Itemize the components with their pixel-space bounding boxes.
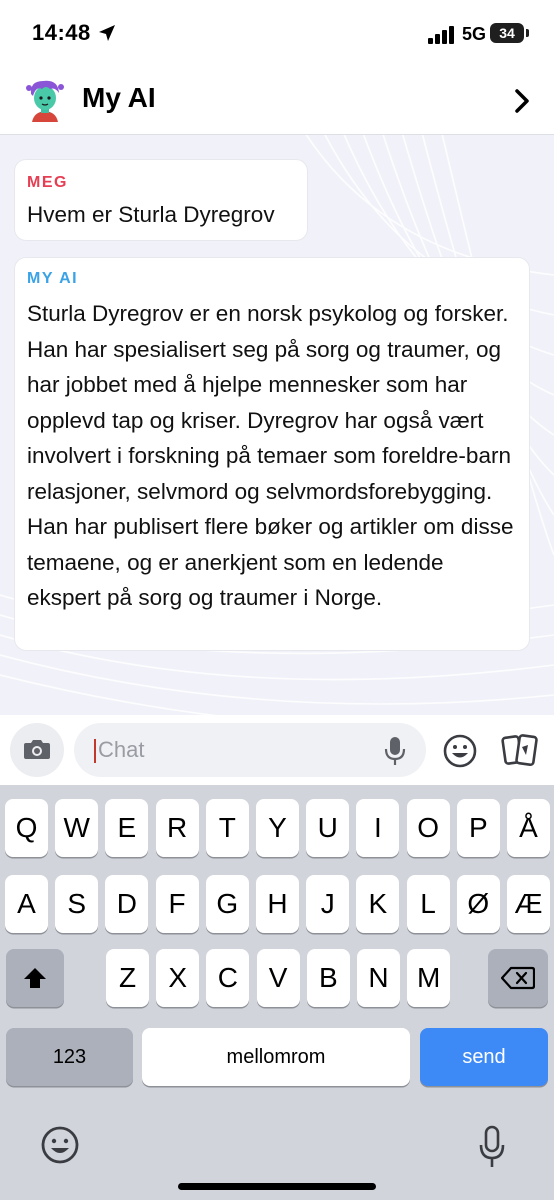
space-key[interactable]: mellomrom (142, 1028, 410, 1086)
shift-key[interactable] (6, 949, 64, 1007)
key-p[interactable]: P (456, 799, 500, 857)
message-text: Hvem er Sturla Dyregrov (27, 202, 275, 227)
status-bar: 14:48 5G 34 (0, 0, 554, 66)
key-g[interactable]: G (205, 875, 249, 933)
microphone-icon[interactable] (384, 736, 406, 766)
key-v[interactable]: V (256, 949, 300, 1007)
key-w[interactable]: W (55, 799, 99, 857)
avatar[interactable] (24, 78, 66, 124)
keyboard-emoji-icon[interactable] (40, 1125, 80, 1165)
chevron-right-icon[interactable] (512, 88, 532, 114)
key-h[interactable]: H (256, 875, 299, 933)
camera-icon (24, 740, 50, 759)
key-x[interactable]: X (156, 949, 200, 1007)
backspace-icon (501, 966, 535, 990)
key-r[interactable]: R (155, 799, 199, 857)
key-j[interactable]: J (306, 875, 350, 933)
emoji-icon[interactable] (442, 733, 478, 769)
key-u[interactable]: U (306, 799, 350, 857)
camera-button[interactable] (10, 723, 64, 777)
key-o[interactable]: O (406, 799, 450, 857)
message-text: Sturla Dyregrov er en norsk psykolog og … (27, 301, 514, 610)
keyboard: QWERTYUIOPÅ ASDFGHJKLØÆ ZXCVBNM 123 mell… (0, 785, 554, 1200)
numbers-key[interactable]: 123 (6, 1028, 133, 1086)
key-e[interactable]: E (105, 799, 149, 857)
key-å[interactable]: Å (507, 799, 550, 857)
key-b[interactable]: B (306, 949, 350, 1007)
shift-icon (24, 968, 46, 988)
key-q[interactable]: Q (5, 799, 48, 857)
chat-input[interactable]: Chat (74, 723, 426, 777)
status-time: 14:48 (32, 20, 91, 45)
key-m[interactable]: M (407, 949, 451, 1007)
signal-icon (428, 26, 454, 44)
key-y[interactable]: Y (256, 799, 299, 857)
key-t[interactable]: T (205, 799, 249, 857)
key-n[interactable]: N (357, 949, 400, 1007)
key-d[interactable]: D (105, 875, 149, 933)
key-z[interactable]: Z (106, 949, 149, 1007)
message-ai[interactable]: MY AI Sturla Dyregrov er en norsk psykol… (14, 257, 530, 651)
send-key[interactable]: send (420, 1028, 548, 1086)
key-s[interactable]: S (55, 875, 99, 933)
key-i[interactable]: I (356, 799, 400, 857)
dictation-microphone-icon[interactable] (478, 1125, 506, 1169)
input-bar: Chat (0, 715, 554, 785)
chat-placeholder: Chat (98, 737, 145, 762)
battery-level: 34 (499, 25, 515, 41)
backspace-key[interactable] (488, 949, 548, 1007)
sender-label-ai: MY AI (27, 270, 79, 287)
key-f[interactable]: F (155, 875, 199, 933)
key-l[interactable]: L (406, 875, 450, 933)
network-type: 5G (462, 24, 487, 44)
chat-header: My AI (0, 66, 554, 135)
home-indicator[interactable] (178, 1183, 376, 1190)
battery-tip (526, 29, 529, 37)
key-k[interactable]: K (356, 875, 400, 933)
key-c[interactable]: C (206, 949, 250, 1007)
chat-messages[interactable]: MEG Hvem er Sturla Dyregrov MY AI Sturla… (0, 135, 554, 715)
battery-icon: 34 (490, 23, 524, 43)
message-user[interactable]: MEG Hvem er Sturla Dyregrov (14, 159, 308, 241)
chat-title[interactable]: My AI (82, 82, 156, 114)
key-æ[interactable]: Æ (507, 875, 550, 933)
key-ø[interactable]: Ø (456, 875, 500, 933)
key-a[interactable]: A (5, 875, 48, 933)
text-cursor (94, 739, 96, 763)
location-arrow-icon (99, 25, 115, 41)
cards-icon[interactable] (500, 733, 540, 769)
sender-label-me: MEG (27, 174, 68, 191)
